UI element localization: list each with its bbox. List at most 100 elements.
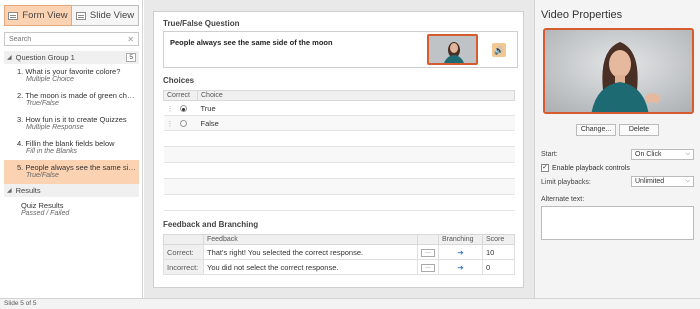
slide-view-icon <box>75 11 86 20</box>
col-branching: Branching <box>438 234 483 245</box>
question-type: Multiple Choice <box>26 76 74 83</box>
correct-radio[interactable] <box>179 105 187 113</box>
group-count-badge: 5 <box>126 53 136 62</box>
question-type: Multiple Response <box>26 124 84 131</box>
tab-label: Slide View <box>89 10 135 21</box>
feedback-table: Feedback Branching Score Correct: That's… <box>163 234 515 275</box>
empty-choice-row[interactable] <box>163 130 515 147</box>
video-properties-panel: Video Properties Change... Delete Start:… <box>534 0 700 298</box>
choice-text[interactable]: False <box>197 115 515 131</box>
results-header[interactable]: ◢ Results <box>4 184 139 197</box>
choices-title: Choices <box>163 76 195 85</box>
question-item[interactable]: 4. Fillin the blank fields below Fill in… <box>4 136 139 160</box>
empty-choice-row[interactable] <box>163 178 515 195</box>
question-title: 5. People always see the same sid... <box>17 163 137 172</box>
presenter-image <box>429 36 476 63</box>
search-box: ✕ <box>4 32 139 46</box>
video-preview[interactable] <box>543 28 694 114</box>
collapse-icon[interactable]: ◢ <box>7 54 12 61</box>
playback-controls-checkbox[interactable]: ✓ Enable playback controls <box>541 164 630 172</box>
question-title: 1. What is your favorite colore? <box>17 67 121 76</box>
clear-search-icon[interactable]: ✕ <box>127 35 134 44</box>
question-type: True/False <box>26 100 59 107</box>
panel-title: Video Properties <box>541 9 623 21</box>
choices-table: Correct Choice ⋮ True ⋮ False <box>163 90 515 211</box>
correct-cell: ⋮ <box>163 100 198 116</box>
drag-handle-icon[interactable]: ⋮ <box>167 106 174 113</box>
correct-radio[interactable] <box>179 120 187 128</box>
empty-choice-row[interactable] <box>163 146 515 163</box>
playback-controls-label: Enable playback controls <box>552 164 630 172</box>
alt-text-label: Alternate text: <box>541 196 585 203</box>
feedback-label: Correct: <box>163 244 204 260</box>
question-list-panel: Form View Slide View ✕ ◢ Question Group … <box>0 0 143 298</box>
question-text: People always see the same side of the m… <box>170 38 333 47</box>
alt-text-field[interactable] <box>541 206 694 240</box>
question-section-title: True/False Question <box>163 19 240 28</box>
drag-handle-icon[interactable]: ⋮ <box>167 121 174 128</box>
form-view-icon <box>8 11 19 20</box>
feedback-text[interactable]: That's right! You selected the correct r… <box>203 244 418 260</box>
chevron-down-icon: ⌵ <box>685 151 690 157</box>
feedback-row-correct: Correct: That's right! You selected the … <box>163 244 515 260</box>
col-feedback: Feedback <box>203 234 418 245</box>
tab-slide-view[interactable]: Slide View <box>72 5 139 26</box>
empty-choice-row[interactable] <box>163 194 515 211</box>
branching-arrow-icon[interactable]: ➔ <box>438 244 483 260</box>
question-type: Fill in the Blanks <box>26 148 77 155</box>
question-tree: ◢ Question Group 1 5 1. What is your fav… <box>4 51 139 223</box>
group-label: Question Group 1 <box>15 53 75 62</box>
view-tabs: Form View Slide View <box>4 5 139 26</box>
question-item[interactable]: 1. What is your favorite colore? Multipl… <box>4 64 139 88</box>
presenter-video-image <box>545 30 692 112</box>
limit-select[interactable]: Unlimited ⌵ <box>631 176 694 187</box>
feedback-text[interactable]: You did not select the correct response. <box>203 259 418 275</box>
tab-form-view[interactable]: Form View <box>4 5 72 26</box>
checkbox-checked[interactable]: ✓ <box>541 164 549 172</box>
question-group-header[interactable]: ◢ Question Group 1 5 <box>4 51 139 64</box>
branching-arrow-icon[interactable]: ➔ <box>438 259 483 275</box>
question-item-selected[interactable]: 5. People always see the same sid... Tru… <box>4 160 139 184</box>
start-label: Start: <box>541 151 558 158</box>
correct-cell: ⋮ <box>163 115 198 131</box>
choice-text[interactable]: True <box>197 100 515 116</box>
empty-choice-row[interactable] <box>163 162 515 179</box>
results-title: Quiz Results <box>21 201 64 210</box>
question-title: 3. How fun is it to create Quizzes <box>17 115 127 124</box>
feedback-title: Feedback and Branching <box>163 220 259 229</box>
start-select[interactable]: On Click ⌵ <box>631 149 694 160</box>
question-text-box[interactable]: People always see the same side of the m… <box>163 31 518 68</box>
col-choice: Choice <box>197 90 515 101</box>
score-value[interactable]: 10 <box>482 244 515 260</box>
limit-label: Limit playbacks: <box>541 179 591 186</box>
search-input[interactable] <box>9 35 128 43</box>
more-options-button[interactable]: ··· <box>421 264 435 272</box>
question-title: 4. Fillin the blank fields below <box>17 139 115 148</box>
question-type: True/False <box>26 172 59 179</box>
results-label: Results <box>15 186 41 195</box>
question-editor: True/False Question People always see th… <box>153 11 524 288</box>
chevron-down-icon: ⌵ <box>685 178 690 184</box>
more-options-button[interactable]: ··· <box>421 249 435 257</box>
results-item[interactable]: Quiz Results Passed / Failed <box>4 197 139 223</box>
tab-label: Form View <box>22 10 68 21</box>
choice-row[interactable]: ⋮ True <box>163 100 515 116</box>
limit-value: Unlimited <box>635 178 665 185</box>
results-sub: Passed / Failed <box>21 210 70 217</box>
delete-video-button[interactable]: Delete <box>619 124 659 136</box>
collapse-icon[interactable]: ◢ <box>7 187 12 194</box>
choice-row[interactable]: ⋮ False <box>163 115 515 131</box>
audio-icon[interactable]: 🔊 <box>492 43 506 57</box>
col-score: Score <box>482 234 515 245</box>
video-thumbnail[interactable] <box>427 34 478 65</box>
score-value[interactable]: 0 <box>482 259 515 275</box>
feedback-label: Incorrect: <box>163 259 204 275</box>
question-title: 2. The moon is made of green che... <box>17 91 137 100</box>
question-item[interactable]: 2. The moon is made of green che... True… <box>4 88 139 112</box>
change-video-button[interactable]: Change... <box>576 124 616 136</box>
start-value: On Click <box>635 151 662 158</box>
status-bar: Slide 5 of 5 <box>0 298 700 309</box>
question-item[interactable]: 3. How fun is it to create Quizzes Multi… <box>4 112 139 136</box>
feedback-row-incorrect: Incorrect: You did not select the correc… <box>163 259 515 275</box>
col-correct: Correct <box>163 90 198 101</box>
